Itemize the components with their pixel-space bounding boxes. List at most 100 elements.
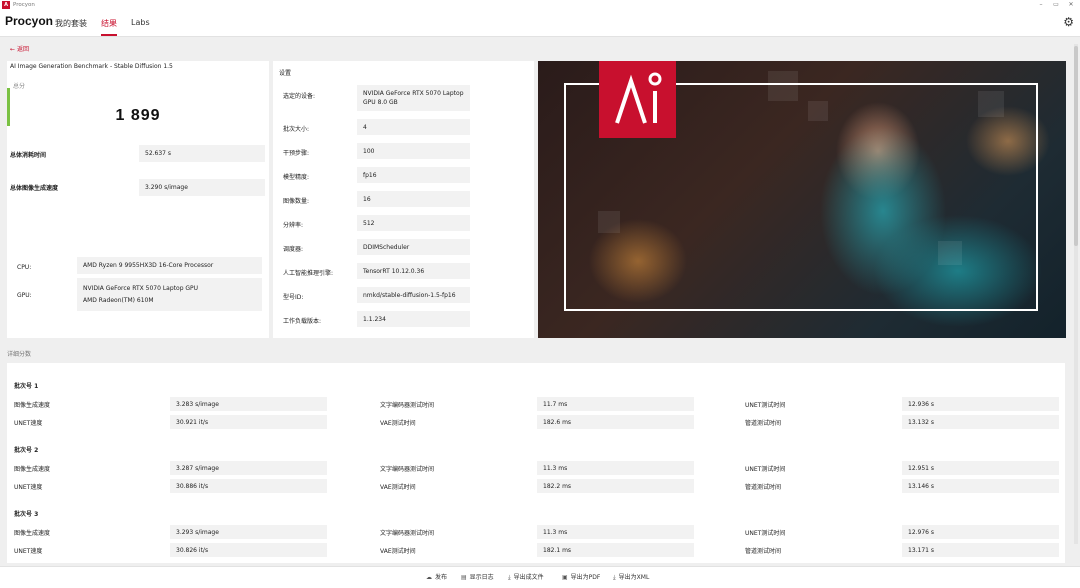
- total-score: 1 899: [115, 107, 161, 124]
- setting-value-images: 16: [357, 191, 470, 207]
- setting-value-resolution: 512: [357, 215, 470, 231]
- detail-label: VAE测试时间: [380, 484, 416, 491]
- show-log-label: 显示日志: [469, 574, 494, 581]
- gen-speed-label: 总体图像生成速度: [10, 185, 59, 192]
- batch-2-title: 批次号 2: [14, 447, 39, 454]
- setting-label-engine: 人工智能推理引擎:: [283, 270, 334, 277]
- show-log-button[interactable]: ▤ 显示日志: [461, 572, 494, 581]
- setting-value-model-id: nmkd/stable-diffusion-1.5-fp16: [357, 287, 470, 303]
- page-scrollbar[interactable]: [1074, 44, 1078, 544]
- detail-label: 文字编码器测试时间: [380, 402, 435, 409]
- setting-value-scheduler: DDIMScheduler: [357, 239, 470, 255]
- export-file-label: 导出成文件: [513, 574, 544, 581]
- detail-value: 182.2 ms: [537, 479, 694, 493]
- detail-value: 11.7 ms: [537, 397, 694, 411]
- gpu-label: GPU:: [17, 292, 32, 299]
- setting-label-model-id: 型号ID:: [283, 294, 304, 301]
- setting-label-device: 选定的设备:: [283, 93, 316, 100]
- detail-value: 12.976 s: [902, 525, 1059, 539]
- detail-label: UNET速度: [14, 420, 43, 427]
- setting-value-precision: fp16: [357, 167, 470, 183]
- detail-label: UNET测试时间: [745, 402, 786, 409]
- settings-panel: 设置 选定的设备: NVIDIA GeForce RTX 5070 Laptop…: [273, 61, 534, 338]
- export-xml-button[interactable]: ⤓ 导出为XML: [613, 572, 649, 582]
- settings-gear-icon[interactable]: ⚙: [1063, 15, 1074, 29]
- minimize-button[interactable]: –: [1034, 0, 1048, 10]
- back-link[interactable]: ← 返回: [10, 44, 29, 53]
- back-label: 返回: [16, 46, 29, 53]
- export-pdf-label: 导出为PDF: [570, 574, 601, 581]
- publish-button[interactable]: ☁ 发布: [426, 572, 447, 581]
- detail-value: 182.6 ms: [537, 415, 694, 429]
- brand-name: Procyon: [5, 14, 54, 28]
- setting-label-version: 工作负载版本:: [283, 318, 322, 325]
- summary-panel: AI Image Generation Benchmark - Stable D…: [7, 61, 269, 338]
- setting-label-scheduler: 调度器:: [283, 246, 304, 253]
- detail-value: 13.146 s: [902, 479, 1059, 493]
- window-title: Procyon: [13, 2, 35, 8]
- detail-label: UNET速度: [14, 548, 43, 555]
- detail-value: 13.171 s: [902, 543, 1059, 557]
- tab-my-suites[interactable]: 我的套装: [55, 18, 87, 29]
- tab-results[interactable]: 结果: [101, 18, 117, 36]
- benchmark-title: AI Image Generation Benchmark - Stable D…: [10, 63, 173, 70]
- detail-value: 11.3 ms: [537, 461, 694, 475]
- gen-speed-value: 3.290 s/image: [139, 179, 265, 196]
- cloud-upload-icon: ☁: [426, 574, 432, 581]
- detail-label: UNET测试时间: [745, 530, 786, 537]
- detail-label: 图像生成速度: [14, 530, 51, 537]
- detail-label: 管道测试时间: [745, 484, 782, 491]
- detail-value: 11.3 ms: [537, 525, 694, 539]
- download-icon: ⤓: [613, 574, 616, 581]
- detail-label: UNET测试时间: [745, 466, 786, 473]
- setting-value-steps: 100: [357, 143, 470, 159]
- gpu-value-2: AMD Radeon(TM) 610M: [83, 297, 154, 304]
- score-label: 总分: [13, 83, 26, 90]
- download-icon: ⤓: [508, 574, 511, 581]
- gpu-value-1: NVIDIA GeForce RTX 5070 Laptop GPU: [83, 285, 199, 292]
- detail-value: 30.886 it/s: [170, 479, 327, 493]
- details-section-title: 详细分数: [7, 351, 32, 358]
- footer-toolbar: ☁ 发布 ▤ 显示日志 ⤓ 导出成文件 ▣ 导出为PDF ⤓ 导出为XML: [0, 566, 1080, 588]
- setting-value-batch: 4: [357, 119, 470, 135]
- cpu-value: AMD Ryzen 9 9955HX3D 16-Core Processor: [77, 257, 262, 274]
- top-nav: Procyon 我的套装 结果 Labs ⚙: [0, 10, 1080, 37]
- log-icon: ▤: [461, 574, 467, 581]
- maximize-button[interactable]: ▭: [1049, 0, 1063, 10]
- setting-label-steps: 干预步骤:: [283, 150, 310, 157]
- publish-label: 发布: [435, 574, 448, 581]
- detail-value: 3.293 s/image: [170, 525, 327, 539]
- app-logo-icon: A: [2, 1, 10, 9]
- arrow-left-icon: ←: [10, 46, 16, 53]
- detail-value: 3.287 s/image: [170, 461, 327, 475]
- setting-value-device: NVIDIA GeForce RTX 5070 Laptop GPU 8.0 G…: [357, 85, 470, 111]
- export-xml-label: 导出为XML: [618, 574, 650, 581]
- benchmark-hero-image: [538, 61, 1066, 338]
- export-file-button[interactable]: ⤓ 导出成文件: [508, 572, 544, 582]
- close-button[interactable]: ✕: [1064, 0, 1078, 10]
- setting-label-resolution: 分辨率:: [283, 222, 304, 229]
- setting-label-precision: 模型精度:: [283, 174, 310, 181]
- detail-label: UNET速度: [14, 484, 43, 491]
- batch-1-title: 批次号 1: [14, 383, 39, 390]
- total-time-label: 总体消耗时间: [10, 152, 47, 159]
- setting-label-images: 图像数量:: [283, 198, 310, 205]
- export-pdf-button[interactable]: ▣ 导出为PDF: [562, 572, 600, 581]
- cpu-label: CPU:: [17, 264, 32, 271]
- detail-value: 12.951 s: [902, 461, 1059, 475]
- detail-label: 文字编码器测试时间: [380, 530, 435, 537]
- detail-label: 图像生成速度: [14, 402, 51, 409]
- setting-value-version: 1.1.234: [357, 311, 470, 327]
- detail-label: VAE测试时间: [380, 548, 416, 555]
- setting-value-engine: TensorRT 10.12.0.36: [357, 263, 470, 279]
- ai-logo-icon: [599, 61, 676, 138]
- detail-value: 182.1 ms: [537, 543, 694, 557]
- tab-labs[interactable]: Labs: [131, 18, 150, 27]
- pdf-icon: ▣: [562, 574, 568, 581]
- batch-3-title: 批次号 3: [14, 511, 39, 518]
- total-time-value: 52.637 s: [139, 145, 265, 162]
- detail-label: 管道测试时间: [745, 548, 782, 555]
- setting-label-batch: 批次大小:: [283, 126, 310, 133]
- scrollbar-thumb[interactable]: [1074, 46, 1078, 246]
- detail-value: 13.132 s: [902, 415, 1059, 429]
